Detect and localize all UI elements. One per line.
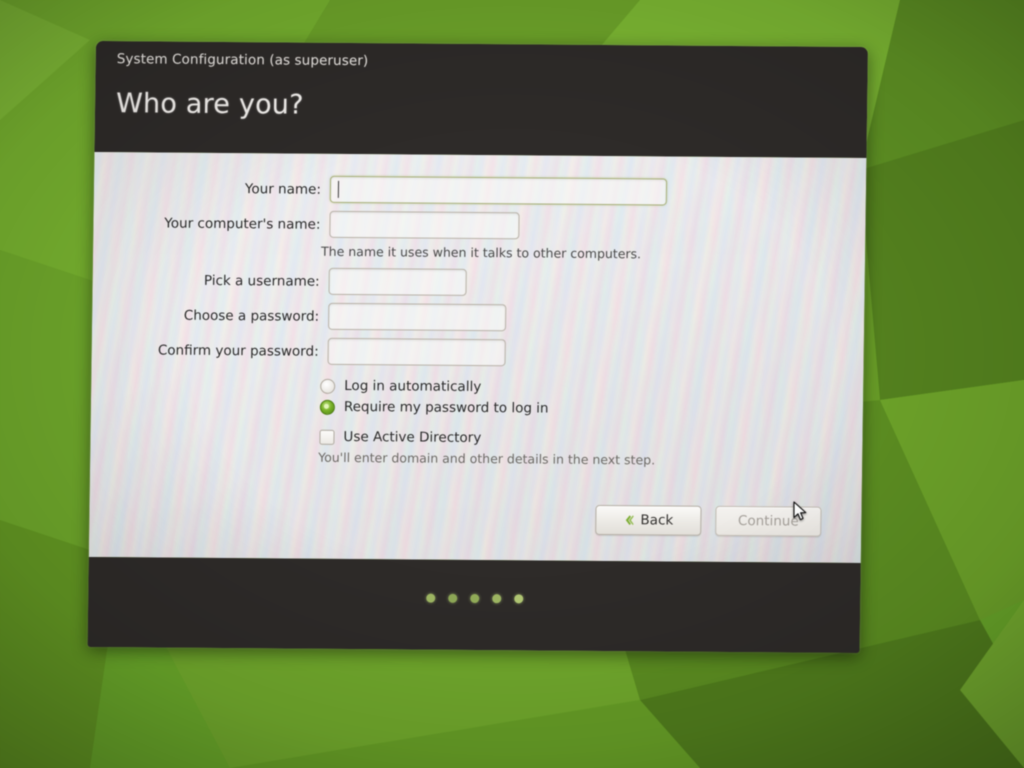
user-setup-form: Your name: Your computer's name: The nam… xyxy=(90,152,866,469)
form-row-username: Pick a username: xyxy=(92,266,864,299)
hint-active-directory: You'll enter domain and other details in… xyxy=(318,449,656,468)
label-computer-name: Your computer's name: xyxy=(164,215,321,233)
input-password[interactable] xyxy=(327,302,507,332)
input-your-name[interactable] xyxy=(329,175,668,206)
back-button[interactable]: Back xyxy=(595,504,702,536)
dialog-button-row: Back Continue xyxy=(595,504,822,537)
progress-dot xyxy=(491,594,501,604)
checkbox-icon-unchecked xyxy=(319,429,335,445)
label-username: Pick a username: xyxy=(203,272,320,290)
installer-window: System Configuration (as superuser) Who … xyxy=(87,41,868,654)
radio-require-password[interactable]: Require my password to log in xyxy=(318,399,863,419)
progress-dot xyxy=(447,593,457,603)
text-caret xyxy=(337,180,340,198)
progress-dots xyxy=(88,591,860,606)
continue-button-label: Continue xyxy=(737,513,799,530)
input-username[interactable] xyxy=(328,267,467,296)
input-computer-name[interactable] xyxy=(329,210,520,240)
hint-computer-name: The name it uses when it talks to other … xyxy=(320,243,642,262)
mouse-pointer-icon xyxy=(793,501,809,523)
back-button-label: Back xyxy=(640,512,674,529)
checkbox-use-active-directory[interactable]: Use Active Directory xyxy=(317,429,862,449)
radio-label-log-in-automatically: Log in automatically xyxy=(344,377,482,396)
chevron-left-icon xyxy=(623,514,634,526)
page-title: Who are you? xyxy=(115,88,304,121)
dialog-body: Your name: Your computer's name: The nam… xyxy=(88,151,867,564)
radio-label-require-password: Require my password to log in xyxy=(343,398,549,417)
radio-log-in-automatically[interactable]: Log in automatically xyxy=(318,378,863,398)
radio-icon-selected xyxy=(319,399,336,415)
progress-dot xyxy=(469,593,479,604)
window-title-text: System Configuration (as superuser) xyxy=(116,51,369,70)
radio-icon-unselected xyxy=(320,378,336,394)
progress-dot xyxy=(425,593,435,603)
form-row-password: Choose a password: xyxy=(92,301,864,334)
label-password: Choose a password: xyxy=(183,307,320,325)
progress-dot xyxy=(513,594,523,604)
checkbox-label-active-directory: Use Active Directory xyxy=(343,428,482,447)
label-confirm-password: Confirm your password: xyxy=(157,341,319,360)
input-confirm-password[interactable] xyxy=(327,337,506,367)
form-row-computer-name: Your computer's name: xyxy=(93,209,865,242)
label-your-name: Your name: xyxy=(244,180,322,198)
window-footer xyxy=(87,556,861,654)
form-row-your-name: Your name: xyxy=(94,174,866,207)
window-titlebar: System Configuration (as superuser) Who … xyxy=(94,41,868,159)
screen-photo: System Configuration (as superuser) Who … xyxy=(0,0,1024,768)
form-row-confirm-password: Confirm your password: xyxy=(92,336,864,369)
